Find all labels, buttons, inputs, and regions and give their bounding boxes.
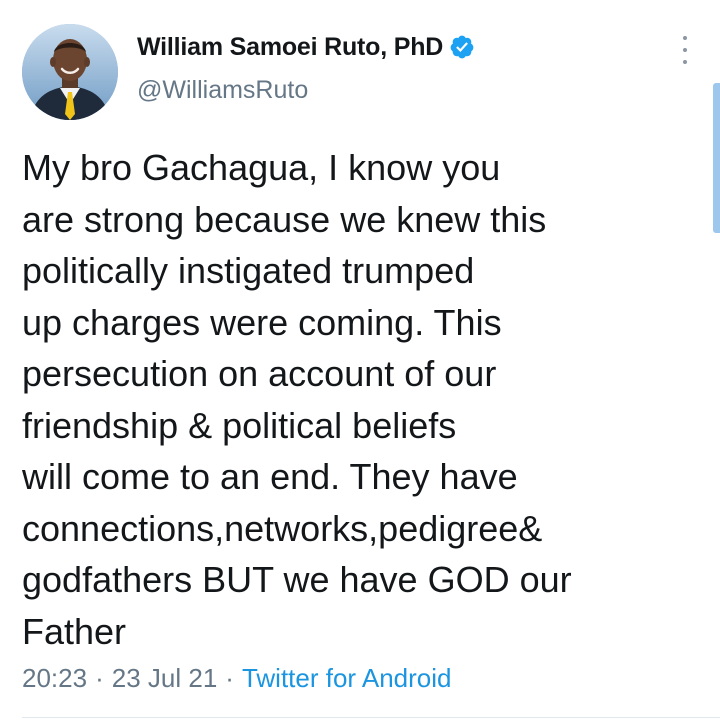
more-dot [683, 36, 687, 40]
avatar[interactable] [22, 24, 118, 120]
tweet-meta: 20:23 · 23 Jul 21 · Twitter for Android [22, 662, 452, 694]
author-name-row[interactable]: William Samoei Ruto, PhD [137, 30, 475, 64]
tweet-date[interactable]: 23 Jul 21 [112, 663, 218, 694]
meta-separator: · [225, 662, 234, 693]
meta-separator: · [95, 662, 104, 693]
tweet-time[interactable]: 20:23 [22, 663, 87, 694]
tweet-text: My bro Gachagua, I know you are strong b… [22, 147, 572, 652]
author-handle[interactable]: @WilliamsRuto [137, 76, 308, 105]
tweet-source-link[interactable]: Twitter for Android [242, 663, 452, 694]
avatar-image [22, 24, 118, 120]
author-display-name[interactable]: William Samoei Ruto, PhD [137, 33, 443, 62]
tweet-card: William Samoei Ruto, PhD @WilliamsRuto M… [0, 0, 720, 725]
scrollbar[interactable] [713, 83, 720, 233]
more-dot [683, 48, 687, 52]
more-vertical-icon[interactable] [674, 36, 696, 64]
divider [22, 717, 720, 718]
more-dot [683, 60, 687, 64]
verified-badge-icon [449, 34, 475, 60]
